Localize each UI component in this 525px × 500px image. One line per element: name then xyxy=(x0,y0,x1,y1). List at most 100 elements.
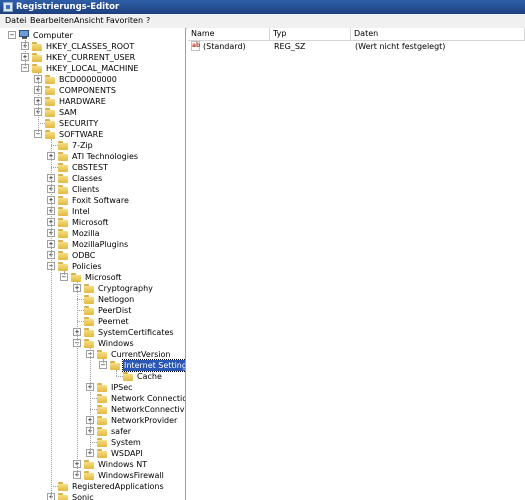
tree-node[interactable]: − HKEY_LOCAL_MACHINE xyxy=(0,63,185,74)
tree-node[interactable]: CBSTEST xyxy=(0,162,185,173)
folder-icon xyxy=(32,42,42,51)
tree-node[interactable]: + WindowsFirewall xyxy=(0,470,185,481)
tree-node[interactable]: + WSDAPI xyxy=(0,448,185,459)
collapse-icon[interactable]: − xyxy=(8,31,16,39)
tree-node[interactable]: Network Connections xyxy=(0,393,185,404)
tree-node-label: Sonic xyxy=(72,493,94,500)
tree-node[interactable]: + COMPONENTS xyxy=(0,85,185,96)
string-value-icon: ab xyxy=(191,41,201,51)
column-name[interactable]: Name xyxy=(188,28,270,40)
folder-icon xyxy=(58,174,68,183)
tree-node[interactable]: − SOFTWARE xyxy=(0,129,185,140)
folder-icon xyxy=(32,64,42,73)
tree-node[interactable]: + IPSec xyxy=(0,382,185,393)
tree-node-label: BCD00000000 xyxy=(59,75,117,84)
tree-node[interactable]: + BCD00000000 xyxy=(0,74,185,85)
tree-node[interactable]: + HARDWARE xyxy=(0,96,185,107)
folder-icon xyxy=(84,471,94,480)
tree-node-label: Microsoft xyxy=(72,218,109,227)
tree-guide-line xyxy=(116,370,117,376)
tree-node[interactable]: − Computer xyxy=(0,30,185,41)
values-list[interactable]: Name Typ Daten ab (Standard) REG_SZ (Wer… xyxy=(188,28,525,500)
tree-node-label: Internet Settings xyxy=(121,359,185,372)
folder-icon xyxy=(45,75,55,84)
tree-guide-line xyxy=(103,359,104,365)
tree-node-label: safer xyxy=(111,427,132,436)
tree-node-label: Microsoft xyxy=(85,273,122,282)
window-title: Registrierungs-Editor xyxy=(16,2,120,12)
tree-node[interactable]: PeerDist xyxy=(0,305,185,316)
folder-icon xyxy=(58,493,68,500)
tree-node-label: Network Connections xyxy=(111,394,185,403)
folder-icon xyxy=(84,317,94,326)
list-item[interactable]: ab (Standard) REG_SZ (Wert nicht festgel… xyxy=(188,41,525,52)
tree-node-label: SECURITY xyxy=(59,119,99,128)
tree-node[interactable]: − CurrentVersion xyxy=(0,349,185,360)
tree-node-label: IPSec xyxy=(111,383,133,392)
tree-node[interactable]: + NetworkProvider xyxy=(0,415,185,426)
menu-favoriten[interactable]: Favoriten xyxy=(106,16,143,26)
tree-node[interactable]: + SystemCertificates xyxy=(0,327,185,338)
tree-node[interactable]: Peernet xyxy=(0,316,185,327)
folder-icon xyxy=(84,284,94,293)
folder-icon xyxy=(45,108,55,117)
tree-node[interactable]: − Policies xyxy=(0,261,185,272)
tree-guide-line xyxy=(90,348,91,453)
tree-node[interactable]: RegisteredApplications xyxy=(0,481,185,492)
tree-node-label: PeerDist xyxy=(98,306,132,315)
tree-node[interactable]: − Internet Settings xyxy=(0,359,185,372)
tree-guide-line xyxy=(38,73,39,134)
tree-node[interactable]: + Sonic xyxy=(0,492,185,500)
tree-node[interactable]: + Cryptography xyxy=(0,283,185,294)
tree-node[interactable]: + MozillaPlugins xyxy=(0,239,185,250)
folder-icon xyxy=(58,152,68,161)
tree-node[interactable]: SECURITY xyxy=(0,118,185,129)
folder-icon xyxy=(84,328,94,337)
tree-node[interactable]: + Classes xyxy=(0,173,185,184)
tree-node-label: 7-Zip xyxy=(72,141,93,150)
tree-node[interactable]: Cache xyxy=(0,371,185,382)
tree-connector xyxy=(77,321,84,322)
menu-datei[interactable]: Datei xyxy=(5,16,26,26)
tree-node[interactable]: + Foxit Software xyxy=(0,195,185,206)
menu-bearbeiten[interactable]: Bearbeiten xyxy=(30,16,74,26)
folder-icon xyxy=(58,251,68,260)
tree-node-label: Classes xyxy=(72,174,103,183)
tree-node[interactable]: + ATI Technologies xyxy=(0,151,185,162)
tree-node-label: NetworkProvider xyxy=(111,416,178,425)
value-type: REG_SZ xyxy=(274,42,306,51)
folder-icon xyxy=(58,163,68,172)
column-data[interactable]: Daten xyxy=(351,28,525,40)
tree-node-label: Computer xyxy=(33,31,73,40)
tree-node[interactable]: + ODBC xyxy=(0,250,185,261)
tree-node[interactable]: + safer xyxy=(0,426,185,437)
tree-connector xyxy=(77,299,84,300)
tree-node[interactable]: + SAM xyxy=(0,107,185,118)
tree-node[interactable]: + Windows NT xyxy=(0,459,185,470)
tree-node[interactable]: Netlogon xyxy=(0,294,185,305)
tree-node-label: HKEY_CLASSES_ROOT xyxy=(46,42,135,51)
tree-node[interactable]: + HKEY_CLASSES_ROOT xyxy=(0,41,185,52)
tree-node-label: HARDWARE xyxy=(59,97,106,106)
menu-ansicht[interactable]: Ansicht xyxy=(74,16,104,26)
tree-guide-line xyxy=(64,271,65,277)
tree-node[interactable]: NetworkConnectivitySt xyxy=(0,404,185,415)
tree-node-label: ODBC xyxy=(72,251,96,260)
tree-node-label: SystemCertificates xyxy=(98,328,174,337)
tree-node[interactable]: + Clients xyxy=(0,184,185,195)
column-type[interactable]: Typ xyxy=(270,28,351,40)
menu-help[interactable]: ? xyxy=(146,16,150,26)
tree-node[interactable]: System xyxy=(0,437,185,448)
value-name: (Standard) xyxy=(203,42,246,51)
tree-node[interactable]: 7-Zip xyxy=(0,140,185,151)
tree-connector xyxy=(90,442,97,443)
folder-icon xyxy=(123,372,133,381)
tree-node[interactable]: + Intel xyxy=(0,206,185,217)
registry-tree[interactable]: − Computer + HKEY_CLASSES_ROOT + HKEY_CURRENT… xyxy=(0,28,186,500)
tree-node[interactable]: + Microsoft xyxy=(0,217,185,228)
tree-node[interactable]: − Windows xyxy=(0,338,185,349)
title-bar[interactable]: Registrierungs-Editor xyxy=(0,0,525,14)
tree-node[interactable]: + Mozilla xyxy=(0,228,185,239)
tree-node[interactable]: + HKEY_CURRENT_USER xyxy=(0,52,185,63)
tree-node[interactable]: − Microsoft xyxy=(0,272,185,283)
